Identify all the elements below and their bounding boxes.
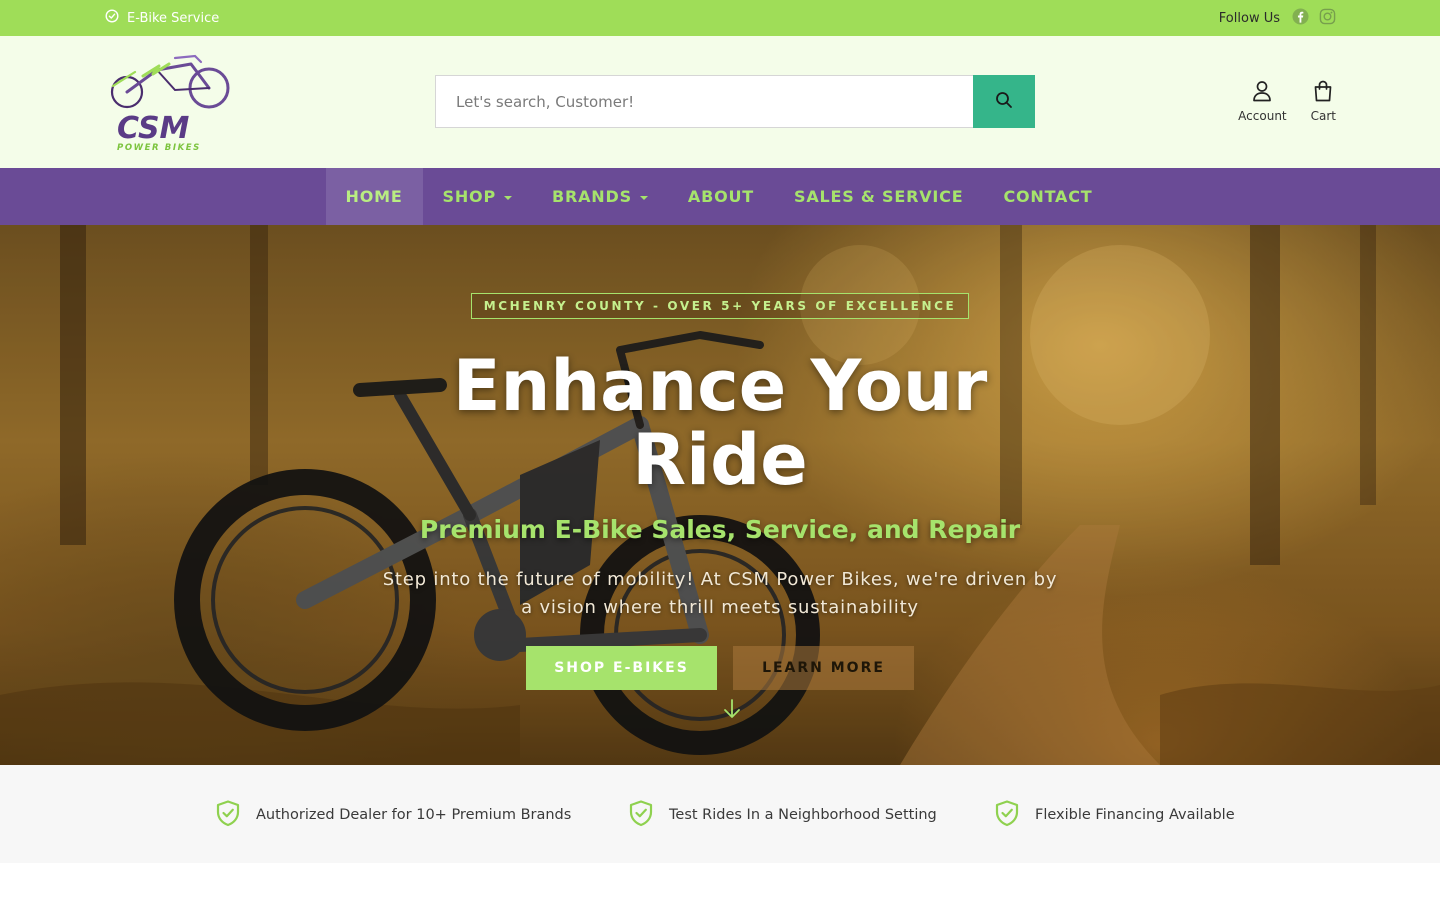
hero-subtitle: Premium E-Bike Sales, Service, and Repai…: [419, 515, 1021, 544]
nav-label: BRANDS: [552, 187, 632, 206]
hero-title: Enhance Your Ride: [320, 349, 1120, 497]
service-notice[interactable]: E-Bike Service: [105, 0, 219, 36]
features-strip: Authorized Dealer for 10+ Premium Brands…: [0, 765, 1440, 863]
search-button[interactable]: [973, 75, 1035, 128]
account-label: Account: [1238, 109, 1287, 123]
check-circle-icon: [105, 9, 119, 27]
nav-item-brands[interactable]: BRANDS: [532, 168, 668, 225]
nav-item-shop[interactable]: SHOP: [423, 168, 532, 225]
nav-label: ABOUT: [687, 187, 754, 206]
feature-text: Test Rides In a Neighborhood Setting: [669, 807, 937, 823]
instagram-icon[interactable]: [1319, 8, 1336, 29]
facebook-icon[interactable]: [1292, 7, 1309, 29]
feature-text: Flexible Financing Available: [1035, 807, 1235, 823]
hero-badge: MCHENRY COUNTY - OVER 5+ YEARS OF EXCELL…: [471, 293, 969, 319]
follow-label: Follow Us: [1218, 10, 1280, 26]
hero-banner: MCHENRY COUNTY - OVER 5+ YEARS OF EXCELL…: [0, 225, 1440, 765]
hero-description: Step into the future of mobility! At CSM…: [382, 569, 1058, 618]
account-link[interactable]: Account: [1238, 80, 1287, 123]
search-icon: [995, 91, 1013, 113]
nav-item-sales-service[interactable]: SALES & SERVICE: [774, 168, 983, 225]
logo-tagline-text: POWER BIKES: [117, 143, 201, 153]
shop-ebikes-button[interactable]: SHOP E-BIKES: [526, 646, 717, 690]
nav-label: HOME: [345, 187, 403, 206]
follow-us: Follow Us: [1219, 0, 1336, 36]
feature-item: Test Rides In a Neighborhood Setting: [627, 799, 937, 831]
site-logo[interactable]: CSM POWER BIKES: [105, 52, 235, 156]
learn-more-button[interactable]: LEARN MORE: [733, 646, 914, 690]
shield-check-icon: [993, 799, 1021, 831]
search-bar: [435, 75, 1035, 128]
caret-down-icon: [639, 195, 648, 200]
nav-item-about[interactable]: ABOUT: [668, 168, 774, 225]
hero-title-line2: Ride: [632, 419, 808, 501]
user-icon: [1252, 80, 1272, 105]
nav-item-contact[interactable]: CONTACT: [983, 168, 1112, 225]
search-input[interactable]: [435, 75, 973, 128]
logo-brand-text: CSM: [117, 111, 190, 146]
nav-label: SHOP: [442, 187, 496, 206]
shield-check-icon: [627, 799, 655, 831]
shopping-bag-icon: [1313, 80, 1333, 105]
service-label: E-Bike Service: [127, 10, 220, 26]
nav-label: CONTACT: [1003, 187, 1093, 206]
site-header: CSM POWER BIKES Account Cart: [0, 36, 1440, 168]
nav-label: SALES & SERVICE: [794, 187, 964, 206]
nav-item-home[interactable]: HOME: [325, 168, 423, 225]
shield-check-icon: [214, 799, 242, 831]
hero-title-line1: Enhance Your: [452, 345, 988, 427]
cart-link[interactable]: Cart: [1311, 80, 1336, 123]
main-navigation: HOME SHOP BRANDS ABOUT SALES & SERVICE C…: [0, 168, 1440, 225]
feature-text: Authorized Dealer for 10+ Premium Brands: [256, 807, 572, 823]
hero-content: MCHENRY COUNTY - OVER 5+ YEARS OF EXCELL…: [0, 225, 1440, 765]
cart-label: Cart: [1310, 109, 1336, 123]
feature-item: Authorized Dealer for 10+ Premium Brands: [214, 799, 571, 831]
header-actions: Account Cart: [1238, 80, 1336, 123]
announcement-bar: E-Bike Service Follow Us: [0, 0, 1440, 36]
arrow-down-icon[interactable]: [722, 697, 742, 725]
caret-down-icon: [504, 195, 512, 200]
feature-item: Flexible Financing Available: [993, 799, 1235, 831]
